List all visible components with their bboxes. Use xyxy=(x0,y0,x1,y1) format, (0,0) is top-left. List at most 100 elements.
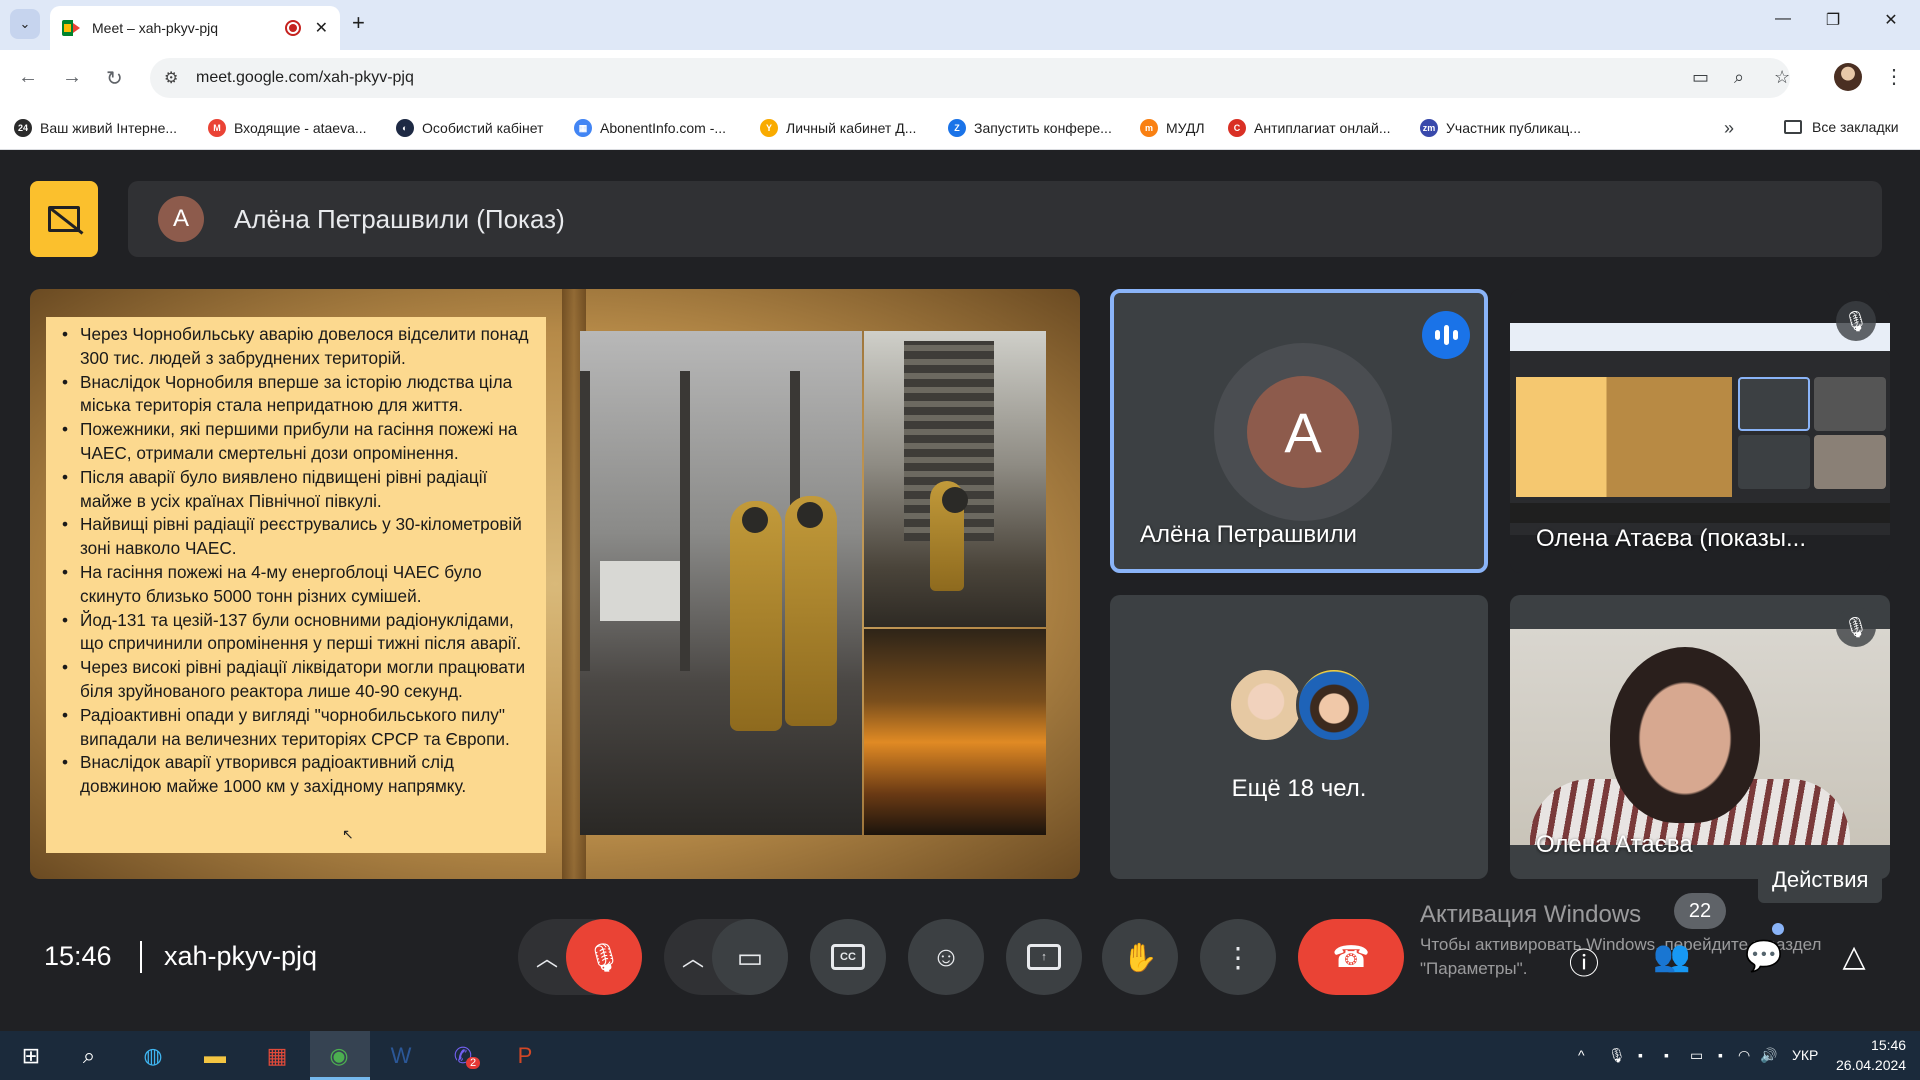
camera-toggle-button[interactable]: ▭ xyxy=(712,919,788,995)
powerpoint-icon[interactable]: P xyxy=(508,1039,542,1073)
mic-off-icon: 🎙 xyxy=(1836,301,1876,341)
bookmark-item[interactable]: m МУДЛ xyxy=(1140,119,1205,137)
taskbar-clock[interactable]: 15:46 26.04.2024 xyxy=(1836,1035,1906,1075)
leave-call-button[interactable]: ☎ xyxy=(1298,919,1404,995)
tray-app-icon[interactable]: ▪ xyxy=(1664,1047,1669,1063)
meeting-clock: 15:46 xyxy=(44,941,112,971)
bookmark-item[interactable]: 24 Ваш живий Інтерне... xyxy=(14,119,177,137)
participant-tile-speaker[interactable]: А Алёна Петрашвили xyxy=(1110,289,1488,573)
tab-search-chevron-icon[interactable]: ⌄ xyxy=(10,9,40,39)
avatar: А xyxy=(1247,376,1359,488)
bookmark-item[interactable]: Y Личный кабинет Д... xyxy=(760,119,916,137)
address-bar[interactable]: ⚙ meet.google.com/xah-pkyv-pjq ▭ ⌕ ☆ xyxy=(150,58,1790,98)
video-options-chevron-icon[interactable]: ︿ xyxy=(682,941,704,973)
avatar xyxy=(1228,667,1304,743)
new-tab-button[interactable]: + xyxy=(352,10,365,36)
bookmark-item[interactable]: M Входящие - ataeva... xyxy=(208,119,367,137)
tray-chevron-icon[interactable]: ^ xyxy=(1578,1047,1585,1063)
webcam-video xyxy=(1510,629,1890,845)
raise-hand-button[interactable]: ✋ xyxy=(1102,919,1178,995)
url-text[interactable]: meet.google.com/xah-pkyv-pjq xyxy=(196,69,414,87)
tab-meet[interactable]: Meet – xah-pkyv-pjq ✕ xyxy=(50,6,340,50)
present-button[interactable]: ↑ xyxy=(1006,919,1082,995)
gmail-icon: M xyxy=(208,119,226,137)
list-item: Після аварії було виявлено підвищені рів… xyxy=(56,466,538,514)
bookmark-item[interactable]: Z Запустить конфере... xyxy=(948,119,1112,137)
zoom-icon[interactable]: ⌕ xyxy=(1734,67,1744,88)
chat-unread-dot xyxy=(1772,923,1784,935)
microphone-toggle-button[interactable]: 🎙 xyxy=(566,919,642,995)
hazmat-figure xyxy=(930,481,968,591)
ruined-building-photo xyxy=(864,331,1046,627)
bookmark-favicon-icon: Y xyxy=(760,119,778,137)
volume-icon[interactable]: 🔊 xyxy=(1760,1047,1777,1064)
chrome-icon[interactable]: ◉ xyxy=(322,1039,356,1073)
bookmark-item[interactable]: ▦ AbonentInfo.com -... xyxy=(574,119,726,137)
browser-toolbar: ← → ↻ ⚙ meet.google.com/xah-pkyv-pjq ▭ ⌕… xyxy=(0,50,1920,108)
bookmark-favicon-icon: C xyxy=(1228,119,1246,137)
bookmark-favicon-icon: zm xyxy=(1420,119,1438,137)
emoji-icon: ☺ xyxy=(931,941,961,972)
stop-presenting-button[interactable] xyxy=(30,181,98,257)
all-bookmarks-button[interactable]: Все закладки xyxy=(1784,119,1899,135)
participant-tile-camera[interactable]: 🎙 Олена Атаєва xyxy=(1510,595,1890,879)
screen-share-preview xyxy=(1510,323,1890,535)
captions-button[interactable]: CC xyxy=(810,919,886,995)
battery-icon[interactable]: ▭ xyxy=(1690,1047,1703,1064)
people-icon[interactable]: 👥 xyxy=(1650,939,1694,979)
bookmark-item[interactable]: zm Участник публикац... xyxy=(1420,119,1581,137)
participant-name: Олена Атаєва xyxy=(1536,831,1693,858)
edge-icon[interactable]: ◍ xyxy=(136,1039,170,1073)
activities-icon[interactable]: △ xyxy=(1832,939,1876,979)
word-icon[interactable]: W xyxy=(384,1039,418,1073)
search-icon[interactable]: ⌕ xyxy=(72,1039,106,1073)
avatar: А xyxy=(158,196,204,242)
store-icon[interactable]: ▦ xyxy=(260,1039,294,1073)
list-item: На гасіння пожежі на 4-му енергоблоці ЧА… xyxy=(56,561,538,609)
list-item: Пожежники, які першими прибули на гасінн… xyxy=(56,418,538,466)
slide-text-box: Через Чорнобильську аварію довелося відс… xyxy=(46,317,546,853)
browser-tabbar: ⌄ Meet – xah-pkyv-pjq ✕ + — ❐ ✕ xyxy=(0,0,1920,50)
language-indicator[interactable]: УКР xyxy=(1792,1047,1818,1063)
site-info-icon[interactable]: ⚙ xyxy=(164,68,178,88)
reactions-button[interactable]: ☺ xyxy=(908,919,984,995)
captions-icon: CC xyxy=(831,944,865,970)
participant-tile-screenshare[interactable]: 🎙 Олена Атаєва (показы... xyxy=(1510,289,1890,573)
speaking-indicator-icon xyxy=(1422,311,1470,359)
bookmark-item[interactable]: ◐ Особистий кабінет xyxy=(396,119,543,137)
participant-tile-group[interactable]: Ещё 18 чел. xyxy=(1110,595,1488,879)
file-explorer-icon[interactable]: ▬ xyxy=(198,1039,232,1073)
moodle-icon: m xyxy=(1140,119,1158,137)
bookmark-favicon-icon: ▦ xyxy=(574,119,592,137)
hazmat-figure xyxy=(785,496,837,726)
browser-menu-icon[interactable]: ⋮ xyxy=(1884,64,1904,89)
profile-avatar[interactable] xyxy=(1834,63,1862,91)
tray-app-icon[interactable]: ▪ xyxy=(1638,1047,1643,1063)
hang-up-icon: ☎ xyxy=(1332,940,1370,974)
tab-close-icon[interactable]: ✕ xyxy=(315,18,328,38)
divider xyxy=(140,941,142,973)
forward-arrow-icon[interactable]: → xyxy=(62,66,82,89)
bookmark-item[interactable]: C Антиплагиат онлай... xyxy=(1228,119,1391,137)
meeting-details-icon[interactable]: ⓘ xyxy=(1562,939,1606,981)
back-arrow-icon[interactable]: ← xyxy=(18,66,38,89)
tab-title: Meet – xah-pkyv-pjq xyxy=(92,20,219,36)
tray-mic-icon[interactable]: 🎙 xyxy=(1608,1047,1626,1064)
bookmark-star-icon[interactable]: ☆ xyxy=(1774,67,1790,88)
group-avatars xyxy=(1228,667,1378,747)
camera-permission-icon[interactable]: ▭ xyxy=(1692,67,1709,88)
chat-icon[interactable]: 💬 xyxy=(1742,939,1786,979)
bookmarks-overflow-icon[interactable]: » xyxy=(1724,118,1734,139)
window-close-icon[interactable]: ✕ xyxy=(1876,10,1906,30)
start-windows-icon[interactable]: ⊞ xyxy=(14,1039,48,1073)
wifi-icon[interactable]: ◠ xyxy=(1738,1047,1750,1064)
mic-off-icon: 🎙 xyxy=(1836,607,1876,647)
more-options-button[interactable]: ⋮ xyxy=(1200,919,1276,995)
reload-icon[interactable]: ↻ xyxy=(106,66,123,91)
hand-icon: ✋ xyxy=(1122,941,1158,973)
participant-name: Алёна Петрашвили xyxy=(1140,521,1357,548)
restore-icon[interactable]: ❐ xyxy=(1818,10,1848,30)
minimize-icon[interactable]: — xyxy=(1768,10,1798,28)
tray-app-icon[interactable]: ▪ xyxy=(1718,1047,1723,1063)
audio-options-chevron-icon[interactable]: ︿ xyxy=(536,941,558,973)
